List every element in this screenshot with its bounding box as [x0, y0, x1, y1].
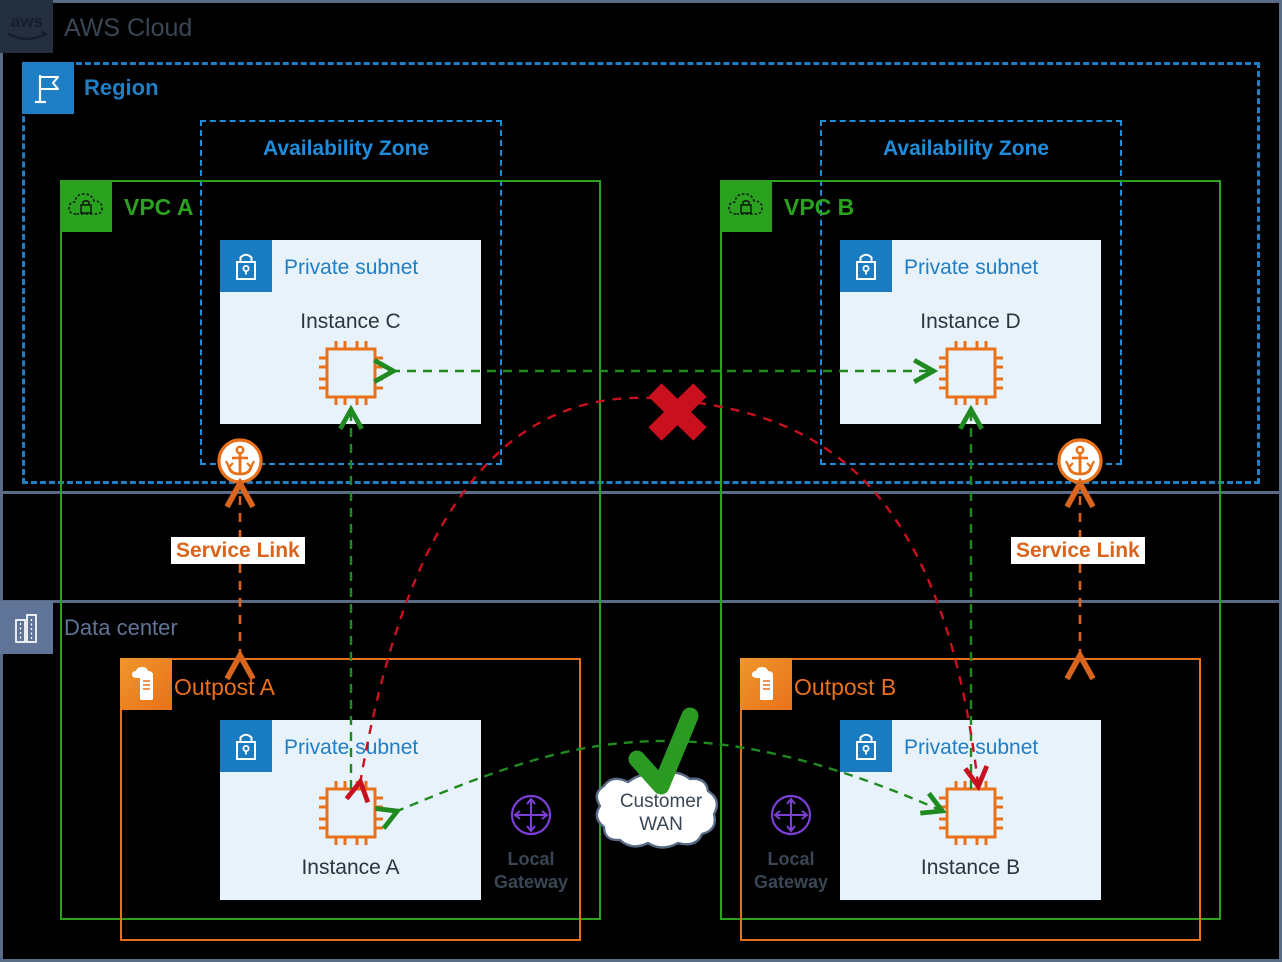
- private-subnet-label-a: Private subnet: [284, 736, 419, 759]
- instance-c-label: Instance C: [300, 310, 401, 333]
- vpc-b-label: VPC B: [784, 194, 855, 220]
- local-gateway-label-a: Local Gateway: [481, 848, 581, 893]
- customer-wan-label: Customer WAN: [606, 790, 716, 836]
- data-center-label: Data center: [64, 615, 178, 640]
- diagram-canvas: aws AWS Cloud Region Availability Zone A…: [0, 0, 1282, 962]
- aws-cloud-label: AWS Cloud: [64, 14, 193, 42]
- vpc-cloud-lock-icon-b: [720, 180, 772, 232]
- availability-zone-b-label: Availability Zone: [883, 137, 1050, 160]
- private-subnet-lock-icon-d: [840, 240, 892, 292]
- local-gateway-label-b-line1: Local: [767, 849, 815, 869]
- service-link-label-right: Service Link: [1011, 537, 1145, 564]
- customer-wan-label-line2: WAN: [639, 814, 683, 836]
- service-link-label-left-text: Service Link: [171, 537, 305, 564]
- local-gateway-icon-a: [505, 789, 557, 841]
- availability-zone-a-label: Availability Zone: [263, 137, 430, 160]
- local-gateway-label-b-line2: Gateway: [753, 871, 829, 892]
- local-gateway-icon-b: [765, 789, 817, 841]
- vpc-cloud-lock-icon-a: [60, 180, 112, 232]
- service-link-label-right-text: Service Link: [1011, 537, 1145, 564]
- private-subnet-lock-icon-b: [840, 720, 892, 772]
- local-gateway-label-a-line2: Gateway: [493, 871, 569, 892]
- svg-text:aws: aws: [10, 12, 42, 31]
- private-subnet-lock-icon-a: [220, 720, 272, 772]
- service-link-label-left: Service Link: [171, 537, 305, 564]
- region-flag-icon: [22, 62, 74, 114]
- aws-logo-icon: aws: [0, 0, 53, 53]
- customer-wan-label-line1: Customer: [619, 791, 703, 812]
- region-label: Region: [84, 75, 159, 100]
- data-center-building-icon: [0, 601, 53, 654]
- local-gateway-label-a-line1: Local: [507, 849, 555, 869]
- private-subnet-lock-icon-c: [220, 240, 272, 292]
- instance-a-label: Instance A: [301, 856, 400, 879]
- outpost-a-label: Outpost A: [174, 674, 276, 700]
- instance-d-label: Instance D: [920, 310, 1021, 333]
- private-subnet-label-d: Private subnet: [904, 256, 1039, 279]
- outpost-rack-icon-a: [120, 658, 172, 710]
- instance-b-label: Instance B: [920, 856, 1021, 879]
- outpost-rack-icon-b: [740, 658, 792, 710]
- private-subnet-label-b: Private subnet: [904, 736, 1039, 759]
- vpc-a-label: VPC A: [124, 194, 194, 220]
- private-subnet-label-c: Private subnet: [284, 256, 419, 279]
- outpost-b-label: Outpost B: [794, 674, 897, 700]
- local-gateway-label-b: Local Gateway: [741, 848, 841, 893]
